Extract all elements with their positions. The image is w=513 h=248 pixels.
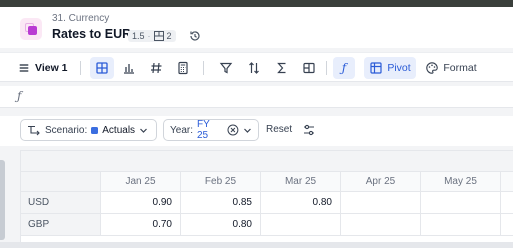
column-header[interactable]: Mar 25 <box>261 172 341 192</box>
grid-view-button[interactable] <box>90 57 114 79</box>
data-grid: Jan 25 Feb 25 Mar 25 Apr 25 May 25 USD 0… <box>20 150 513 242</box>
grid-cell[interactable] <box>261 214 341 236</box>
bottom-scrollbar[interactable] <box>0 242 513 248</box>
side-handle[interactable] <box>0 160 5 240</box>
reset-button[interactable]: Reset <box>266 124 292 135</box>
breadcrumb[interactable]: 31. Currency <box>52 13 109 24</box>
meta-chip[interactable]: 1.5 · 2 <box>128 30 176 42</box>
window-top-strip <box>0 0 513 7</box>
fx-icon: ƒ <box>17 89 22 103</box>
chevron-down-icon <box>244 128 251 133</box>
view-label: View 1 <box>35 62 68 74</box>
pivot-label: Pivot <box>387 62 411 74</box>
scenario-color-dot <box>91 126 99 134</box>
toolbar: View 1 ƒ Pivot Format <box>0 52 513 82</box>
grid-header-band <box>21 150 513 172</box>
totals-button[interactable] <box>270 57 294 79</box>
scenario-icon <box>28 125 40 136</box>
grid-cell[interactable] <box>341 192 421 214</box>
bar-chart-icon <box>124 64 134 74</box>
grid-cell[interactable]: 0.80 <box>261 192 341 214</box>
columns-button[interactable] <box>297 57 321 79</box>
grid-cell[interactable]: 0.70 <box>101 214 181 236</box>
chart-view-button[interactable] <box>117 57 141 79</box>
history-icon[interactable] <box>188 29 202 43</box>
filter-settings-icon[interactable] <box>302 123 316 137</box>
palette-icon <box>426 62 439 74</box>
number-format-button[interactable] <box>144 57 168 79</box>
scenario-filter[interactable]: Scenario: Actuals <box>20 119 157 141</box>
view-selector[interactable]: View 1 <box>16 57 70 79</box>
year-filter[interactable]: Year: FY 25 <box>163 119 259 141</box>
title-area: 31. Currency Rates to EUR 1.5 · 2 <box>0 7 513 48</box>
hash-icon <box>151 62 162 74</box>
grid-cell-overflow <box>501 192 513 214</box>
sort-icon <box>249 62 259 74</box>
app-icon <box>20 18 42 40</box>
pivot-icon <box>370 62 382 74</box>
column-header[interactable]: Feb 25 <box>181 172 261 192</box>
year-label: Year: <box>170 124 193 136</box>
grid-cell[interactable] <box>421 192 501 214</box>
dimensions-icon <box>153 31 164 41</box>
clear-icon[interactable] <box>227 124 239 136</box>
version-label: 1.5 <box>132 31 145 41</box>
pivot-button[interactable]: Pivot <box>364 57 416 79</box>
sort-button[interactable] <box>242 57 266 79</box>
grid-cell[interactable]: 0.90 <box>101 192 181 214</box>
grid-corner <box>21 172 101 192</box>
calculator-icon <box>178 61 188 75</box>
grid-icon <box>96 62 108 74</box>
column-header[interactable]: May 25 <box>421 172 501 192</box>
grid-cell-overflow <box>501 214 513 236</box>
page-title[interactable]: Rates to EUR <box>52 27 131 41</box>
function-icon: ƒ <box>341 61 347 75</box>
row-header[interactable]: USD <box>21 192 101 214</box>
filter-icon <box>219 62 233 74</box>
filter-bar: Scenario: Actuals Year: FY 25 Reset <box>0 116 513 146</box>
menu-icon <box>19 64 29 72</box>
filter-button[interactable] <box>214 57 238 79</box>
scenario-value: Actuals <box>102 124 136 136</box>
column-header-overflow <box>501 172 513 192</box>
year-value: FY 25 <box>196 119 210 141</box>
formula-toggle-button[interactable]: ƒ <box>333 57 355 79</box>
scenario-label: Scenario: <box>45 124 88 136</box>
sigma-icon <box>277 62 286 74</box>
column-header[interactable]: Apr 25 <box>341 172 421 192</box>
column-header[interactable]: Jan 25 <box>101 172 181 192</box>
row-header[interactable]: GBP <box>21 214 101 236</box>
calculator-button[interactable] <box>171 57 195 79</box>
grid-cell[interactable]: 0.80 <box>181 214 261 236</box>
grid-cell[interactable]: 0.85 <box>181 192 261 214</box>
formula-bar[interactable]: ƒ <box>0 86 513 108</box>
chevron-down-icon <box>140 128 147 133</box>
format-button[interactable]: Format <box>423 57 479 79</box>
format-label: Format <box>443 62 477 74</box>
grid-cell[interactable] <box>421 214 501 236</box>
grid-cell[interactable] <box>341 214 421 236</box>
dimensions-count: 2 <box>166 31 172 41</box>
columns-icon <box>303 62 315 74</box>
